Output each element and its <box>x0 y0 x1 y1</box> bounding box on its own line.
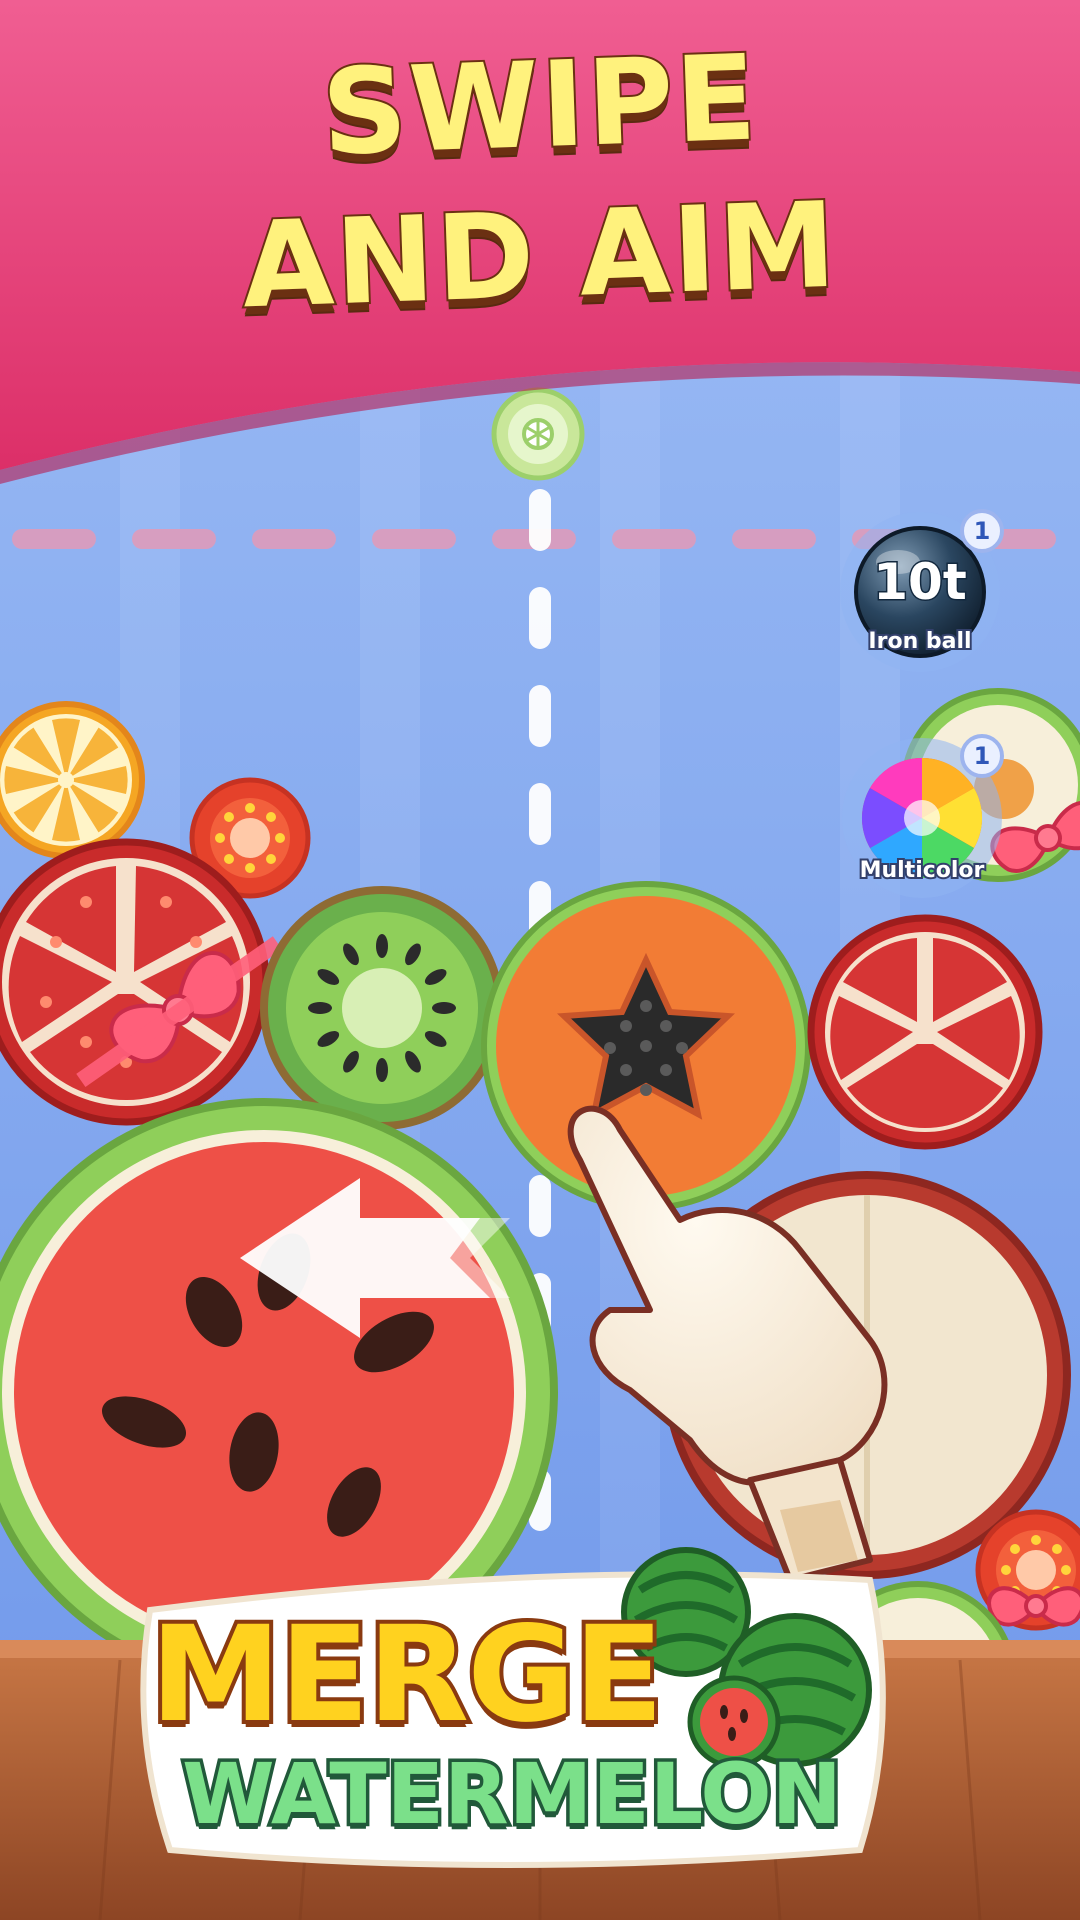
game-screen[interactable]: SWIPE AND AIM 10t Iron ball 1 Multicolor… <box>0 0 1080 1920</box>
fruit-papaya <box>481 881 811 1211</box>
powerup-multicolor[interactable]: Multicolor 1 <box>847 734 1004 900</box>
fruit-orange <box>0 701 145 859</box>
fruit-kiwi <box>260 886 504 1130</box>
powerup-label: Iron ball <box>866 627 973 656</box>
powerup-count-badge: 1 <box>960 509 1004 553</box>
logo-title-merge: MERGE <box>146 1594 668 1756</box>
powerup-label: Multicolor <box>858 856 987 885</box>
logo-title-watermelon: WATERMELON <box>179 1742 846 1847</box>
powerup-count-badge: 1 <box>960 734 1004 778</box>
powerup-iron-ball[interactable]: 10t Iron ball 1 <box>845 509 1004 675</box>
next-fruit-lime <box>491 387 585 481</box>
fruit-pomegranate <box>807 914 1043 1150</box>
iron-ball-weight: 10t <box>872 552 968 613</box>
